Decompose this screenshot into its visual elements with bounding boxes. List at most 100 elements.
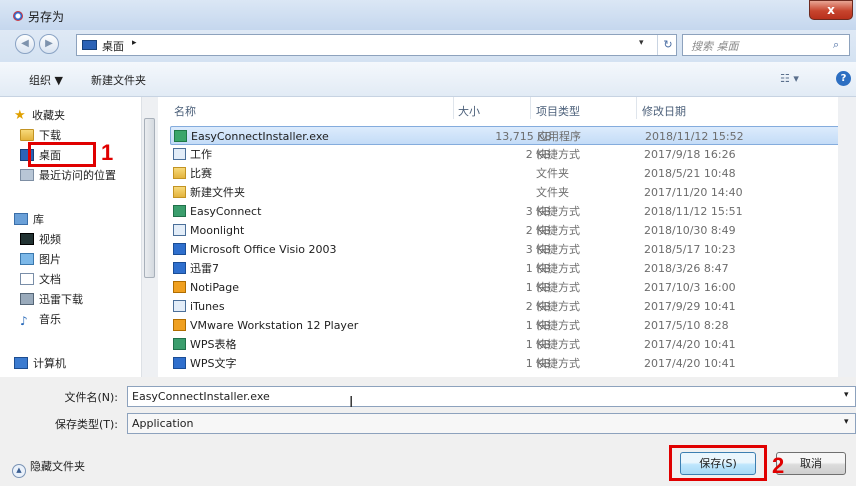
file-date: 2017/9/29 10:41 (644, 300, 736, 313)
file-date: 2018/5/17 10:23 (644, 243, 736, 256)
file-row[interactable]: 迅雷7 1 KB 快捷方式 2018/3/26 8:47 (170, 259, 854, 278)
nav-label: 最近访问的位置 (39, 169, 116, 182)
file-name: WPS表格 (190, 338, 237, 351)
annotation-box-desktop (28, 142, 96, 167)
column-date[interactable]: 修改日期 (642, 103, 686, 119)
help-icon[interactable]: ? (836, 71, 851, 86)
file-type: 快捷方式 (536, 281, 580, 294)
address-row: ◀ ▶ 桌面 ▸ ▾ ↻ 搜索 桌面 ⌕ (0, 30, 856, 62)
pictures-icon (20, 253, 34, 265)
back-arrow-icon[interactable]: ◀ (15, 34, 35, 54)
nav-item-pictures[interactable]: 图片 (20, 251, 61, 269)
refresh-icon[interactable]: ↻ (657, 35, 678, 55)
cancel-button[interactable]: 取消 (776, 452, 846, 475)
file-name: 工作 (190, 148, 212, 161)
file-name: EasyConnect (190, 205, 262, 218)
filetype-select[interactable]: Application ▾ (127, 413, 856, 434)
nav-label: 下载 (39, 129, 61, 142)
file-row[interactable]: NotiPage 1 KB 快捷方式 2017/10/3 16:00 (170, 278, 854, 297)
file-name: iTunes (190, 300, 225, 313)
window-title: 另存为 (28, 10, 65, 24)
file-date: 2018/5/21 10:48 (644, 167, 736, 180)
filename-value[interactable]: EasyConnectInstaller.exe (132, 390, 270, 403)
nav-label: 计算机 (33, 357, 66, 370)
file-row[interactable]: WPS表格 1 KB 快捷方式 2017/4/20 10:41 (170, 335, 854, 354)
column-divider[interactable] (636, 97, 637, 119)
file-row[interactable]: VMware Workstation 12 Player 1 KB 快捷方式 2017… (170, 316, 854, 335)
file-type: 快捷方式 (536, 148, 580, 161)
search-input[interactable]: 搜索 桌面 ⌕ (682, 34, 850, 56)
file-date: 2017/4/20 10:41 (644, 338, 736, 351)
nav-item-xunlei-download[interactable]: 迅雷下载 (20, 291, 83, 309)
file-type: 快捷方式 (536, 319, 580, 332)
library-icon (14, 213, 28, 225)
close-button[interactable]: x (809, 0, 853, 20)
file-list-scrollbar[interactable] (838, 97, 856, 377)
exe-icon (174, 130, 187, 142)
nav-item-video[interactable]: 视频 (20, 231, 61, 249)
column-divider[interactable] (453, 97, 454, 119)
file-row[interactable]: WPS文字 1 KB 快捷方式 2017/4/20 10:41 (170, 354, 854, 373)
filename-dropdown-icon[interactable]: ▾ (844, 390, 849, 400)
file-name: VMware Workstation 12 Player (190, 319, 359, 332)
folder-icon (20, 129, 34, 141)
shortcut-icon (173, 243, 186, 255)
filetype-value[interactable]: Application (132, 417, 193, 430)
shortcut-icon (173, 224, 186, 236)
chrome-icon (13, 11, 23, 21)
nav-item-library[interactable]: 库 (14, 211, 44, 229)
address-bar[interactable]: 桌面 ▸ ▾ ↻ (76, 34, 677, 56)
path-chevron-icon[interactable]: ▸ (132, 38, 137, 48)
nav-item-recent[interactable]: 最近访问的位置 (20, 167, 116, 185)
column-size[interactable]: 大小 (458, 103, 480, 119)
file-row[interactable]: EasyConnect 3 KB 快捷方式 2018/11/12 15:51 (170, 202, 854, 221)
nav-label: 图片 (39, 253, 61, 266)
search-icon[interactable]: ⌕ (833, 38, 839, 52)
file-type: 快捷方式 (536, 224, 580, 237)
nav-label: 收藏夹 (32, 109, 65, 122)
file-date: 2018/11/12 15:52 (645, 130, 744, 143)
file-date: 2017/11/20 14:40 (644, 186, 743, 199)
file-name: Microsoft Office Visio 2003 (190, 243, 337, 256)
file-row[interactable]: 工作 2 KB 快捷方式 2017/9/18 16:26 (170, 145, 854, 164)
organize-button[interactable]: 组织 ▼ (29, 72, 63, 88)
file-date: 2017/4/20 10:41 (644, 357, 736, 370)
nav-scroll-thumb[interactable] (144, 118, 155, 278)
file-name: 比赛 (190, 167, 212, 180)
nav-item-documents[interactable]: 文档 (20, 271, 61, 289)
annotation-box-save (669, 445, 767, 481)
file-type: 快捷方式 (536, 243, 580, 256)
nav-item-computer[interactable]: 计算机 (14, 355, 66, 373)
file-row[interactable]: Moonlight 2 KB 快捷方式 2018/10/30 8:49 (170, 221, 854, 240)
column-divider[interactable] (530, 97, 531, 119)
file-name: Moonlight (190, 224, 245, 237)
file-row[interactable]: EasyConnectInstaller.exe 13,715 KB 应用程序 201… (170, 126, 854, 145)
text-cursor-icon: I (349, 393, 354, 411)
address-path[interactable]: 桌面 (102, 38, 124, 54)
address-dropdown-icon[interactable]: ▾ (639, 38, 644, 48)
shortcut-icon (173, 281, 186, 293)
folder-icon (173, 186, 186, 198)
nav-item-favorites[interactable]: ★ 收藏夹 (14, 107, 65, 125)
file-row[interactable]: Microsoft Office Visio 2003 3 KB 快捷方式 2018/… (170, 240, 854, 259)
hide-folders-button[interactable]: ▲ 隐藏文件夹 (12, 458, 85, 478)
filetype-dropdown-icon[interactable]: ▾ (844, 417, 849, 427)
shortcut-icon (173, 357, 186, 369)
toolbar: 组织 ▼ 新建文件夹 ☷ ▾ ? (0, 62, 856, 97)
new-folder-button[interactable]: 新建文件夹 (91, 72, 146, 88)
column-name[interactable]: 名称 (174, 103, 196, 119)
forward-arrow-icon[interactable]: ▶ (39, 34, 59, 54)
file-type: 文件夹 (536, 167, 569, 180)
navigation-pane: ★ 收藏夹 下载 桌面 最近访问的位置 库 视频 图片 文档 迅雷下载 ♪ 音乐 计… (0, 97, 158, 377)
nav-item-music[interactable]: ♪ 音乐 (20, 311, 61, 329)
column-type[interactable]: 项目类型 (536, 103, 580, 119)
filename-input[interactable]: EasyConnectInstaller.exe ▾ (127, 386, 856, 407)
download-folder-icon (20, 293, 34, 305)
shortcut-icon (173, 148, 186, 160)
file-row[interactable]: iTunes 2 KB 快捷方式 2017/9/29 10:41 (170, 297, 854, 316)
star-icon: ★ (14, 108, 26, 123)
file-date: 2018/10/30 8:49 (644, 224, 736, 237)
file-row[interactable]: 新建文件夹 文件夹 2017/11/20 14:40 (170, 183, 854, 202)
view-options-icon[interactable]: ☷ ▾ (780, 72, 799, 85)
file-row[interactable]: 比赛 文件夹 2018/5/21 10:48 (170, 164, 854, 183)
